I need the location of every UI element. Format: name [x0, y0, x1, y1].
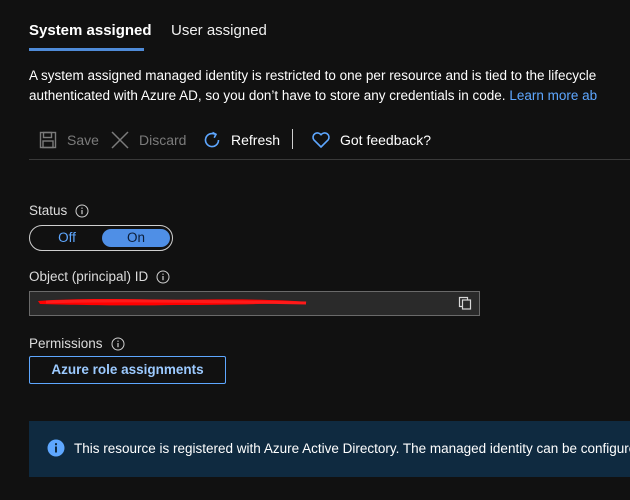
description-line-2-text: authenticated with Azure AD, so you don’… — [29, 88, 506, 103]
feedback-label: Got feedback? — [340, 132, 432, 148]
object-id-label-text: Object (principal) ID — [29, 269, 149, 284]
banner-text: This resource is registered with Azure A… — [74, 441, 630, 456]
close-icon — [109, 129, 131, 151]
discard-label: Discard — [139, 132, 187, 148]
save-button[interactable]: Save — [37, 125, 99, 155]
heart-icon — [310, 129, 332, 151]
save-icon — [37, 129, 59, 151]
discard-button[interactable]: Discard — [109, 125, 186, 155]
command-bar: Save Discard Refresh Got feedback? — [29, 125, 630, 155]
toolbar-separator — [292, 129, 293, 149]
permissions-label: Permissions — [29, 336, 125, 351]
status-label-text: Status — [29, 203, 68, 218]
managed-identity-page: System assigned User assigned A system a… — [0, 0, 630, 500]
info-circle-icon — [47, 439, 65, 457]
azure-role-assignments-button[interactable]: Azure role assignments — [29, 356, 226, 384]
toolbar-divider — [29, 159, 630, 160]
description-line-2: authenticated with Azure AD, so you don’… — [29, 86, 630, 106]
info-icon[interactable] — [111, 337, 125, 351]
learn-more-link[interactable]: Learn more ab — [509, 88, 597, 103]
status-off-option[interactable]: Off — [33, 229, 101, 247]
description-line-1: A system assigned managed identity is re… — [29, 68, 597, 83]
status-toggle[interactable]: Off On — [29, 225, 173, 251]
tab-user-assigned[interactable]: User assigned — [171, 22, 267, 39]
save-label: Save — [67, 132, 99, 148]
object-id-field[interactable] — [29, 291, 480, 316]
info-icon[interactable] — [75, 204, 89, 218]
info-banner: This resource is registered with Azure A… — [29, 421, 630, 477]
feedback-button[interactable]: Got feedback? — [310, 125, 431, 155]
object-id-label: Object (principal) ID — [29, 269, 170, 284]
status-label: Status — [29, 203, 89, 218]
refresh-label: Refresh — [231, 132, 281, 148]
permissions-label-text: Permissions — [29, 336, 103, 351]
active-tab-indicator — [29, 48, 144, 51]
info-icon[interactable] — [156, 270, 170, 284]
status-on-option[interactable]: On — [102, 229, 170, 247]
refresh-icon — [201, 129, 223, 151]
copy-icon[interactable] — [457, 295, 473, 311]
tab-system-assigned[interactable]: System assigned — [29, 22, 152, 39]
refresh-button[interactable]: Refresh — [201, 125, 280, 155]
redaction-scribble — [38, 299, 308, 306]
identity-description: A system assigned managed identity is re… — [29, 66, 630, 106]
